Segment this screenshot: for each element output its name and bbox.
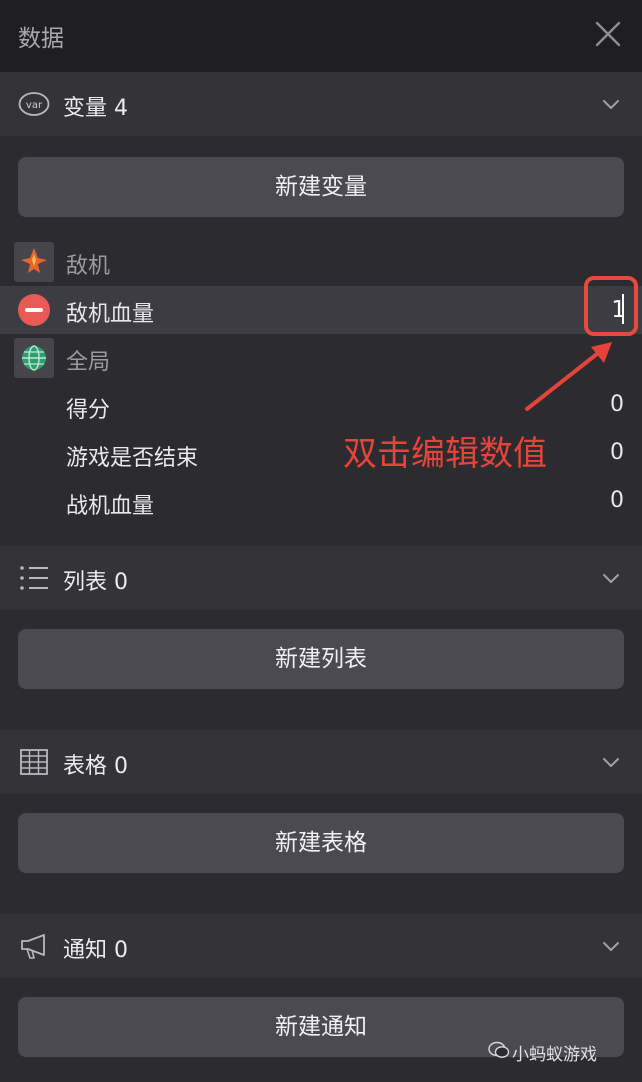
variable-row-enemy-hp[interactable]: 敌机血量 xyxy=(0,286,642,334)
variable-label: 得分 xyxy=(66,398,111,423)
remove-icon[interactable] xyxy=(18,294,50,326)
variable-label: 战机血量 xyxy=(66,494,155,519)
text-caret xyxy=(622,294,624,324)
panel-titlebar: 数据 xyxy=(0,0,642,72)
group-label-global: 全局 xyxy=(66,350,111,375)
chevron-down-icon[interactable] xyxy=(600,94,622,114)
variable-icon: var xyxy=(18,89,50,119)
close-icon[interactable] xyxy=(594,20,622,48)
watermark-text: 小蚂蚁游戏 xyxy=(512,1045,597,1065)
variable-value[interactable]: 0 xyxy=(610,440,624,465)
notifications-section-header[interactable]: 通知 0 xyxy=(0,914,642,978)
variable-value[interactable]: 0 xyxy=(610,488,624,513)
chevron-down-icon[interactable] xyxy=(600,752,622,772)
annotation-text: 双击编辑数值 xyxy=(343,434,547,474)
variable-group-enemy: 敌机 xyxy=(0,238,642,286)
tables-section-header[interactable]: 表格 0 xyxy=(0,730,642,794)
chevron-down-icon[interactable] xyxy=(600,936,622,956)
annotation-arrow-icon xyxy=(525,342,612,411)
wechat-icon xyxy=(488,1040,510,1060)
fighter-plane-icon xyxy=(14,242,54,282)
group-label-enemy: 敌机 xyxy=(66,254,111,279)
variable-row-fighter-hp[interactable]: 战机血量 0 xyxy=(0,478,642,526)
chevron-down-icon[interactable] xyxy=(600,568,622,588)
lists-header-label: 列表 0 xyxy=(63,570,128,595)
table-icon xyxy=(18,747,50,777)
megaphone-icon xyxy=(18,931,50,961)
new-variable-button[interactable]: 新建变量 xyxy=(18,157,624,217)
new-table-button[interactable]: 新建表格 xyxy=(18,813,624,873)
variable-label: 游戏是否结束 xyxy=(66,446,199,471)
lists-section-header[interactable]: 列表 0 xyxy=(0,546,642,610)
tables-header-label: 表格 0 xyxy=(63,754,128,779)
new-list-button[interactable]: 新建列表 xyxy=(18,629,624,689)
notifications-header-label: 通知 0 xyxy=(63,938,128,963)
variable-icon-label: var xyxy=(26,100,43,111)
globe-icon xyxy=(14,338,54,378)
variables-section-header[interactable]: var 变量 4 xyxy=(0,72,642,136)
panel-title: 数据 xyxy=(18,26,64,52)
list-icon xyxy=(18,563,50,593)
variable-label: 敌机血量 xyxy=(66,302,155,327)
variables-header-label: 变量 4 xyxy=(63,96,128,121)
